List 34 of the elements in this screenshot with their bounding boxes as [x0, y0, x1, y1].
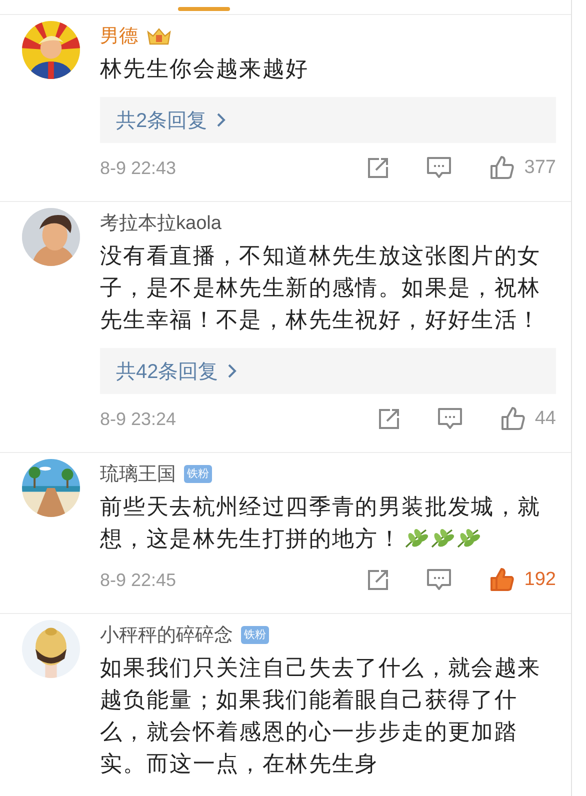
replies-link[interactable]: 共2条回复	[100, 97, 556, 143]
thumbs-up-icon	[498, 406, 527, 432]
leaf-icon	[456, 527, 480, 549]
user-name[interactable]: 琉璃王国	[100, 461, 176, 487]
crown-icon	[146, 26, 172, 46]
fan-badge: 铁粉	[184, 465, 212, 483]
chevron-icon	[215, 111, 228, 129]
comment-time: 8-9 22:43	[100, 158, 176, 178]
thumbs-up-icon	[488, 567, 516, 593]
chevron-icon	[226, 362, 238, 380]
comment-icon[interactable]	[426, 568, 452, 592]
comment-text: 没有看直播，不知道林先生放这张图片的女子，是不是林先生新的感情。如果是，祝林先生幸福！不是，林先生祝好，好好生活！	[100, 242, 542, 334]
comment-icon[interactable]	[426, 156, 452, 180]
tab-indicator	[178, 7, 230, 11]
share-icon[interactable]	[376, 407, 401, 431]
comment-icon[interactable]	[436, 407, 463, 431]
comment-time: 8-9 23:24	[100, 408, 176, 430]
replies-link[interactable]: 共42条回复	[100, 348, 556, 394]
thumbs-up-icon	[488, 155, 516, 181]
like-button[interactable]: 377	[488, 155, 556, 181]
user-name[interactable]: 考拉本拉kaola	[100, 210, 222, 236]
leaf-icon	[430, 527, 454, 549]
comment-text: 前些天去杭州经过四季青的男装批发城，就想，这是林先生打拼的地方！	[100, 493, 542, 553]
comment-text: 林先生你会越来越好	[100, 55, 310, 83]
leaf-icon	[404, 527, 428, 549]
share-icon[interactable]	[366, 156, 390, 180]
user-name[interactable]: 小秤秤的碎碎念	[100, 622, 233, 648]
like-button[interactable]: 44	[498, 406, 556, 432]
share-icon[interactable]	[366, 568, 390, 592]
comment-time: 8-9 22:45	[100, 570, 176, 590]
comment-text: 如果我们只关注自己失去了什么，就会越来越负能量；如果我们能着眼自己获得了什么，就会怀着感恩的心一步步走的更加踏实。而这一点，在林先生身	[100, 654, 542, 778]
user-name[interactable]: 男德	[100, 23, 138, 49]
like-button[interactable]: 192	[488, 567, 556, 593]
fan-badge: 铁粉	[241, 626, 269, 644]
